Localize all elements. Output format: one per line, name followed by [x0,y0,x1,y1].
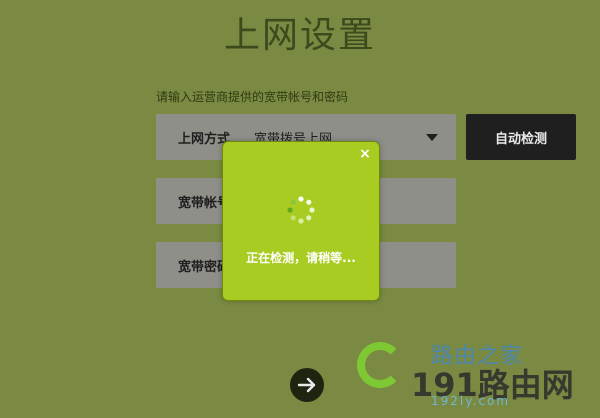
page-title: 上网设置 [223,15,376,56]
arrow-right-icon [297,377,316,393]
chevron-down-icon [426,134,438,141]
instruction-text: 请输入运营商提供的宽带帐号和密码 [156,90,349,104]
watermark-logo-icon [357,342,403,388]
next-button[interactable] [290,368,324,402]
watermark: 路由之家 191路由网 192ly.com [355,334,600,418]
detecting-dialog: × 正在检测，请稍等... [222,141,380,301]
auto-detect-button[interactable]: 自动检测 [466,114,576,160]
close-icon[interactable]: × [357,146,373,162]
watermark-url-text: 192ly.com [431,394,511,408]
loading-spinner-icon [287,196,315,224]
detecting-message: 正在检测，请稍等... [246,251,356,265]
